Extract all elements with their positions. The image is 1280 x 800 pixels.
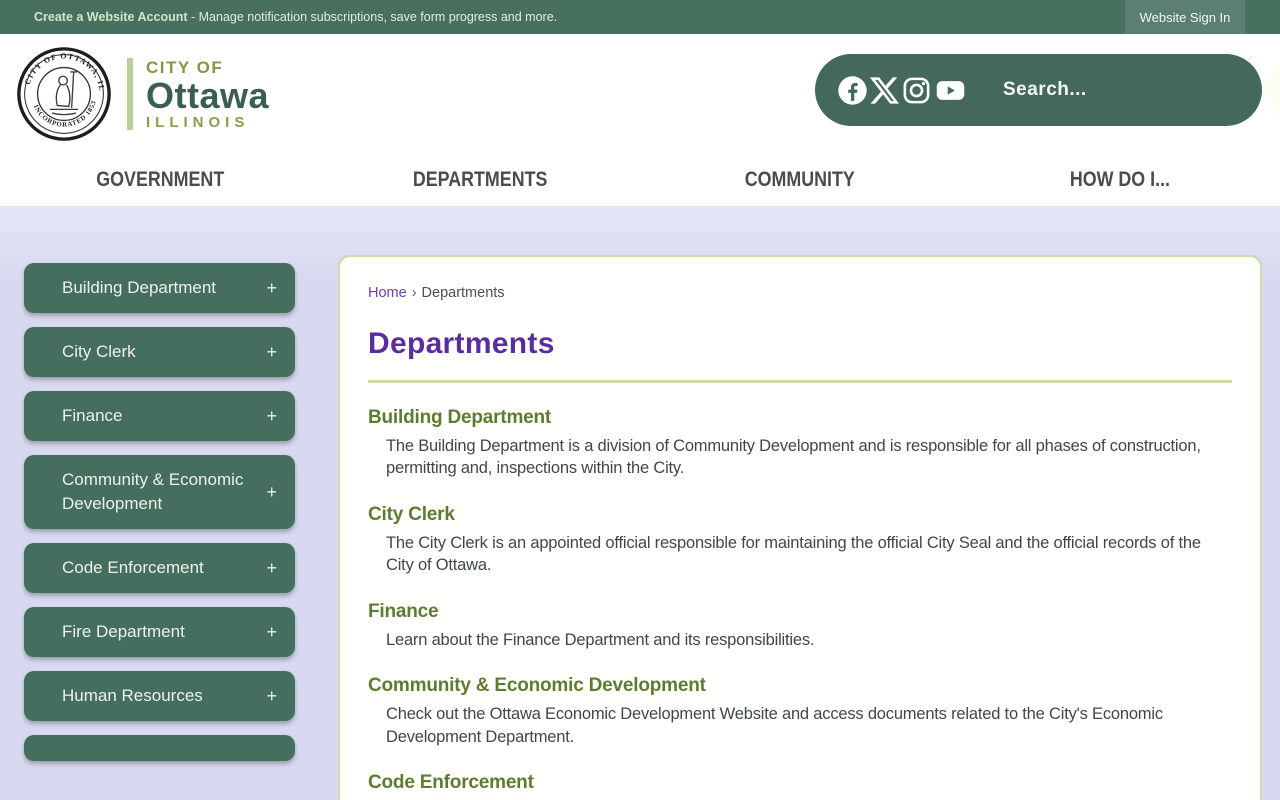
city-seal-icon: CITY OF OTTAWA, ILL. INCORPORATED 1853 (16, 46, 111, 141)
department-description: The City Clerk is an appointed official … (386, 533, 1201, 575)
expand-plus-icon[interactable]: + (266, 684, 277, 708)
sidebar-item-finance[interactable]: Finance + (24, 391, 295, 441)
search-input[interactable] (987, 79, 1265, 101)
logo-wordmark: CITY OF Ottawa ILLINOIS (146, 58, 269, 131)
page-title: Departments (368, 327, 555, 360)
department-list: Building Department The Building Departm… (368, 407, 1232, 800)
x-twitter-icon[interactable] (870, 73, 899, 107)
create-account-link[interactable]: Create a Website Account (34, 10, 188, 24)
logo-divider (127, 58, 133, 130)
website-sign-in-button[interactable]: Website Sign In (1125, 0, 1245, 34)
expand-plus-icon[interactable]: + (266, 404, 277, 428)
department-link[interactable]: Code Enforcement (368, 772, 1232, 794)
page-body: Building Department + City Clerk + Finan… (0, 207, 1280, 800)
expand-plus-icon[interactable]: + (266, 480, 277, 504)
department-description: Learn about the Finance Department and i… (386, 630, 815, 649)
logo-ottawa: Ottawa (146, 74, 270, 116)
department-link[interactable]: City Clerk (368, 504, 1232, 526)
section-code-enforcement: Code Enforcement (368, 772, 1232, 794)
nav-community[interactable]: COMMUNITY (640, 154, 960, 206)
main-nav: GOVERNMENT DEPARTMENTS COMMUNITY HOW DO … (0, 154, 1280, 206)
account-promo-text: - Manage notification subscriptions, sav… (187, 10, 558, 24)
sidebar-item-community-economic-development[interactable]: Community & Economic Development + (24, 455, 295, 529)
content-card: Home › Departments Departments Building De… (338, 255, 1262, 800)
section-city-clerk: City Clerk The City Clerk is an appointe… (368, 504, 1232, 577)
site-logo[interactable]: CITY OF OTTAWA, ILL. INCORPORATED 1853 C… (16, 46, 269, 142)
sidebar-item-fire-department[interactable]: Fire Department + (24, 607, 295, 657)
department-link[interactable]: Community & Economic Development (368, 675, 1232, 697)
breadcrumb: Home › Departments (368, 285, 1232, 301)
social-search-bar (815, 54, 1280, 126)
sidebar-item-building-department[interactable]: Building Department + (24, 263, 295, 313)
expand-plus-icon[interactable]: + (266, 340, 277, 364)
sidebar-item-human-resources[interactable]: Human Resources + (24, 671, 295, 721)
logo-illinois: ILLINOIS (146, 113, 250, 131)
expand-plus-icon[interactable]: + (266, 276, 277, 300)
department-description: The Building Department is a division of… (386, 437, 1201, 478)
account-promo: Create a Website Account - Manage notifi… (34, 10, 557, 24)
department-sidebar: Building Department + City Clerk + Finan… (24, 263, 295, 775)
title-rule (368, 380, 1232, 383)
search-button[interactable] (1265, 59, 1280, 121)
site-header: CITY OF OTTAWA, ILL. INCORPORATED 1853 C… (0, 34, 1280, 207)
sidebar-item-code-enforcement[interactable]: Code Enforcement + (24, 543, 295, 593)
expand-plus-icon[interactable]: + (266, 620, 277, 644)
breadcrumb-separator: › (411, 285, 417, 301)
youtube-icon[interactable] (934, 73, 967, 107)
department-link[interactable]: Building Department (368, 407, 1232, 429)
breadcrumb-home-link[interactable]: Home (368, 285, 407, 301)
utility-bar: Create a Website Account - Manage notifi… (0, 0, 1280, 34)
department-link[interactable]: Finance (368, 601, 1232, 623)
sidebar-item-partial[interactable] (24, 735, 295, 761)
nav-government[interactable]: GOVERNMENT (0, 154, 320, 206)
breadcrumb-current: Departments (421, 285, 505, 301)
sidebar-item-city-clerk[interactable]: City Clerk + (24, 327, 295, 377)
department-description: Check out the Ottawa Economic Developmen… (386, 705, 1163, 746)
nav-how-do-i[interactable]: HOW DO I... (960, 154, 1280, 206)
section-finance: Finance Learn about the Finance Departme… (368, 601, 1232, 651)
nav-departments[interactable]: DEPARTMENTS (320, 154, 640, 206)
section-building-department: Building Department The Building Departm… (368, 407, 1232, 480)
expand-plus-icon[interactable]: + (266, 556, 277, 580)
facebook-icon[interactable] (837, 73, 868, 107)
instagram-icon[interactable] (901, 73, 932, 107)
section-community-economic-development: Community & Economic Development Check o… (368, 675, 1232, 748)
